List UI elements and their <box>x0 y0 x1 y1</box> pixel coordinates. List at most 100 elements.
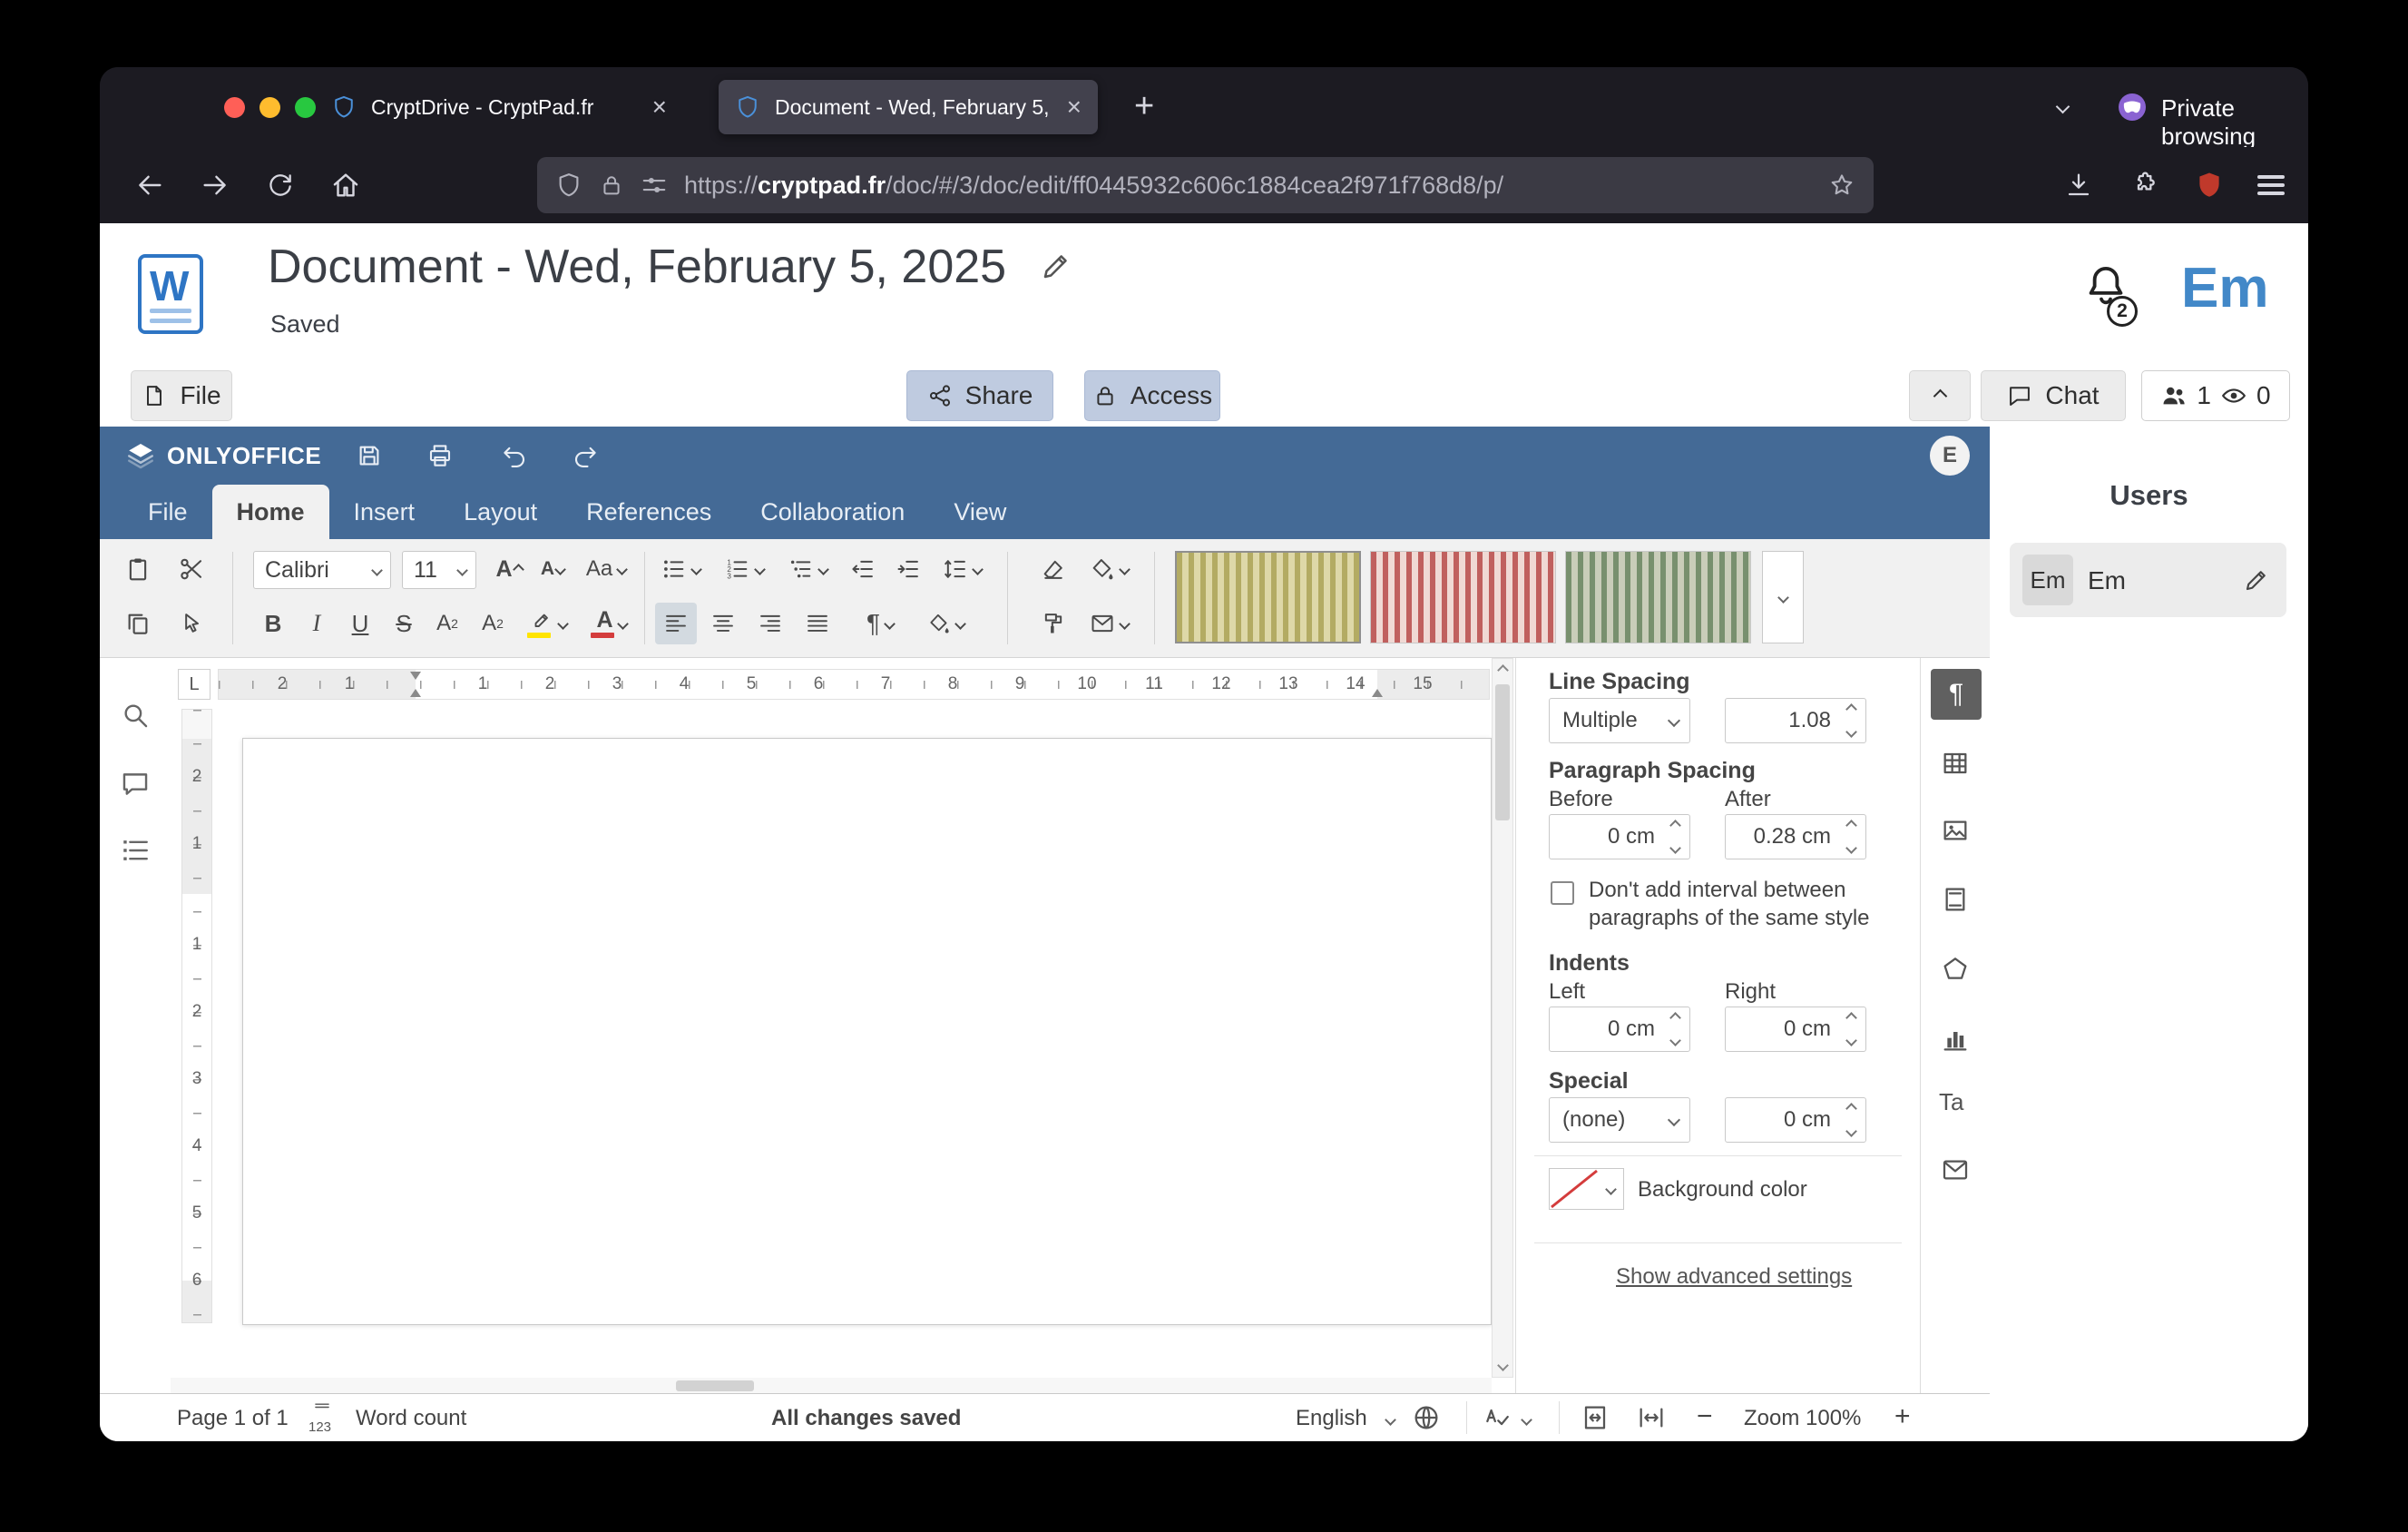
table-settings-tab[interactable] <box>1941 749 1970 778</box>
line-spacing-select[interactable]: Multiple <box>1549 698 1690 743</box>
share-button[interactable]: Share <box>906 370 1053 421</box>
styles-gallery-expand-button[interactable] <box>1762 551 1804 643</box>
fit-page-icon[interactable] <box>1581 1403 1610 1432</box>
ublock-extension-icon[interactable] <box>2183 159 2236 211</box>
special-select[interactable]: (none) <box>1549 1097 1690 1143</box>
italic-button[interactable]: I <box>296 603 338 644</box>
redo-button[interactable] <box>566 437 604 475</box>
zoom-in-button[interactable]: + <box>1894 1401 1911 1432</box>
advanced-settings-link[interactable]: Show advanced settings <box>1616 1264 1852 1290</box>
tab-document[interactable]: Document - Wed, February 5, 2025 × <box>719 80 1098 134</box>
tab-stop-selector[interactable]: L <box>178 669 210 700</box>
spell-check-icon[interactable] <box>1483 1403 1512 1432</box>
tracking-shield-icon[interactable] <box>555 172 582 199</box>
decrease-indent-button[interactable] <box>842 548 884 590</box>
menu-hamburger-button[interactable] <box>2245 159 2297 211</box>
set-language-globe-icon[interactable] <box>1412 1403 1441 1432</box>
highlight-color-button[interactable] <box>519 603 577 644</box>
line-spacing-button[interactable] <box>933 548 991 590</box>
navigation-outline-icon[interactable] <box>120 835 151 866</box>
left-indent-marker[interactable] <box>410 689 421 697</box>
font-size-select[interactable]: 11 <box>402 551 476 589</box>
home-button[interactable] <box>319 159 372 211</box>
change-case-button[interactable]: Aa <box>577 548 635 590</box>
comments-icon[interactable] <box>120 769 151 800</box>
edit-user-pencil-icon[interactable] <box>2243 566 2270 594</box>
paragraph-shading-button[interactable] <box>916 603 974 644</box>
first-line-indent-marker[interactable] <box>410 672 421 680</box>
spell-check-chevron-icon[interactable] <box>1521 1414 1532 1426</box>
spinner[interactable] <box>1841 1012 1861 1046</box>
forward-button[interactable] <box>189 159 241 211</box>
zoom-out-button[interactable]: − <box>1697 1401 1713 1432</box>
lock-icon[interactable] <box>599 172 624 198</box>
style-preview-3[interactable] <box>1565 551 1751 643</box>
new-tab-button[interactable]: + <box>1134 87 1154 126</box>
spinner[interactable] <box>1841 1103 1861 1137</box>
header-footer-settings-tab[interactable] <box>1941 885 1970 914</box>
word-count-button[interactable]: Word count <box>356 1406 466 1431</box>
increase-font-button[interactable]: A <box>488 548 530 590</box>
copy-style-button[interactable] <box>1033 603 1074 644</box>
style-preview-1[interactable] <box>1175 551 1361 643</box>
spacing-after-input[interactable]: 0.28 cm <box>1725 814 1866 859</box>
copy-button[interactable] <box>117 603 159 644</box>
menu-tab-insert[interactable]: Insert <box>329 485 440 539</box>
indent-right-input[interactable]: 0 cm <box>1725 1007 1866 1052</box>
collapse-toolbar-button[interactable] <box>1909 370 1971 421</box>
user-list-item[interactable]: Em Em <box>2010 543 2286 617</box>
mail-merge-settings-tab[interactable] <box>1941 1155 1970 1184</box>
tab-list-chevron-icon[interactable] <box>2056 100 2070 114</box>
background-color-swatch[interactable] <box>1549 1168 1600 1210</box>
increase-indent-button[interactable] <box>887 548 929 590</box>
cut-button[interactable] <box>171 548 212 590</box>
interval-checkbox[interactable] <box>1551 881 1574 905</box>
presence-counts[interactable]: 1 0 <box>2141 370 2290 421</box>
numbered-list-button[interactable] <box>715 548 773 590</box>
window-minimize-button[interactable] <box>259 97 280 118</box>
chart-settings-tab[interactable] <box>1941 1025 1970 1054</box>
spinner[interactable] <box>1665 820 1685 854</box>
document-page[interactable] <box>242 738 1492 1325</box>
align-left-button[interactable] <box>655 603 697 644</box>
window-zoom-button[interactable] <box>295 97 316 118</box>
indent-left-input[interactable]: 0 cm <box>1549 1007 1690 1052</box>
editor-user-avatar[interactable]: E <box>1930 436 1970 476</box>
font-color-button[interactable]: A <box>582 603 641 644</box>
scrollbar-thumb[interactable] <box>676 1380 754 1391</box>
fit-width-icon[interactable] <box>1637 1403 1666 1432</box>
special-input[interactable]: 0 cm <box>1725 1097 1866 1143</box>
menu-tab-home[interactable]: Home <box>212 485 329 539</box>
menu-tab-layout[interactable]: Layout <box>439 485 562 539</box>
clear-style-button[interactable] <box>1033 548 1074 590</box>
select-all-button[interactable] <box>171 603 212 644</box>
vertical-scrollbar[interactable] <box>1492 658 1513 1378</box>
document-title[interactable]: Document - Wed, February 5, 2025 <box>268 240 1072 294</box>
style-preview-2[interactable] <box>1370 551 1556 643</box>
paragraph-settings-tab[interactable]: ¶ <box>1931 669 1982 720</box>
edit-title-pencil-icon[interactable] <box>1040 250 1072 282</box>
scrollbar-thumb[interactable] <box>1495 684 1510 820</box>
spacing-before-input[interactable]: 0 cm <box>1549 814 1690 859</box>
horizontal-ruler[interactable]: 21123456789101112131415 <box>218 669 1490 700</box>
bullets-list-button[interactable] <box>651 548 710 590</box>
font-family-select[interactable]: Calibri <box>253 551 391 589</box>
user-avatar[interactable]: Em <box>2181 256 2268 320</box>
background-color-dropdown[interactable] <box>1599 1168 1624 1210</box>
undo-button[interactable] <box>495 437 533 475</box>
align-justify-button[interactable] <box>797 603 838 644</box>
zoom-level[interactable]: Zoom 100% <box>1744 1406 1861 1431</box>
shading-button[interactable] <box>1080 548 1138 590</box>
tab-cryptdrive[interactable]: CryptDrive - CryptPad.fr × <box>315 80 683 134</box>
spinner[interactable] <box>1841 703 1861 738</box>
superscript-button[interactable]: A2 <box>426 603 468 644</box>
subscript-button[interactable]: A2 <box>472 603 514 644</box>
find-search-icon[interactable] <box>120 700 151 731</box>
url-bar[interactable]: https://cryptpad.fr/doc/#/3/doc/edit/ff0… <box>537 157 1874 213</box>
bold-button[interactable]: B <box>252 603 294 644</box>
language-chevron-icon[interactable] <box>1385 1414 1396 1426</box>
decrease-font-button[interactable]: A <box>532 548 573 590</box>
align-center-button[interactable] <box>702 603 744 644</box>
window-close-button[interactable] <box>224 97 245 118</box>
textart-settings-tab[interactable]: Ta <box>1939 1088 1963 1116</box>
